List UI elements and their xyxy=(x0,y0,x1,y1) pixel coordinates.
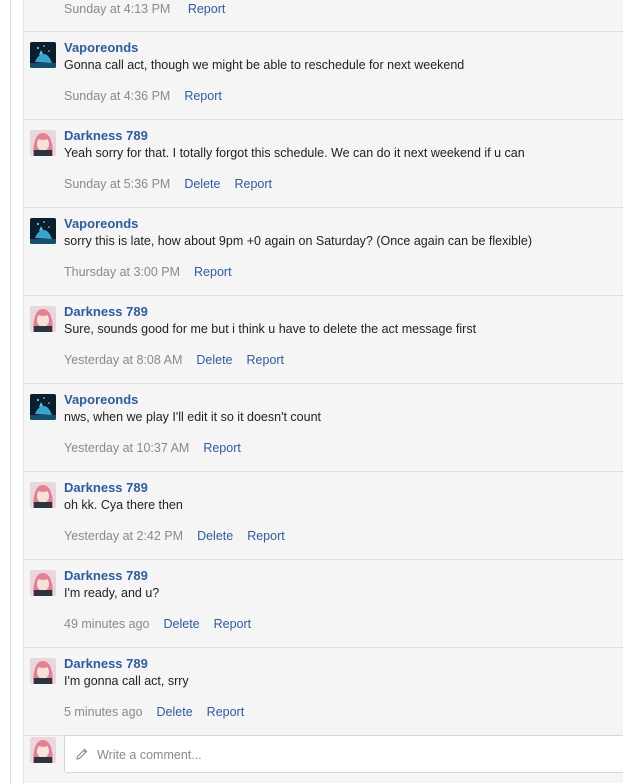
comment-meta: Sunday at 4:36 PM Report xyxy=(64,89,236,103)
comment-composer xyxy=(24,729,623,783)
comment-text: Gonna call act, though we might be able … xyxy=(64,58,465,72)
comment-timestamp[interactable]: Sunday at 4:13 PM xyxy=(64,2,170,16)
avatar[interactable] xyxy=(30,737,56,763)
comment-author[interactable]: Darkness 789 xyxy=(64,128,148,143)
comment-timestamp[interactable]: Yesterday at 8:08 AM xyxy=(64,353,182,367)
comment-item: Darkness 789 Yeah sorry for that. I total… xyxy=(24,120,623,208)
comment-meta: Yesterday at 2:42 PM Delete Report xyxy=(64,529,299,543)
avatar[interactable] xyxy=(30,306,56,332)
comment-author[interactable]: Darkness 789 xyxy=(64,480,148,495)
comment-timestamp[interactable]: 49 minutes ago xyxy=(64,617,149,631)
report-link[interactable]: Report xyxy=(214,617,252,631)
comment-text: Yeah sorry for that. I totally forgot th… xyxy=(64,146,525,160)
vaporeonds-avatar-icon xyxy=(30,42,56,68)
darkness-avatar-icon xyxy=(30,482,56,508)
darkness-avatar-icon xyxy=(30,737,56,763)
report-link[interactable]: Report xyxy=(203,441,241,455)
comment-item: Vaporeonds sorry this is late, how about … xyxy=(24,208,623,296)
comment-item: Vaporeonds Gonna call act, though we migh… xyxy=(24,32,623,120)
delete-link[interactable]: Delete xyxy=(196,353,232,367)
vaporeonds-avatar-icon xyxy=(30,218,56,244)
report-link[interactable]: Report xyxy=(194,265,232,279)
page-left-border xyxy=(10,0,11,783)
comment-thread: Sunday at 4:13 PM Report Vaporeonds Gonna… xyxy=(23,0,623,783)
delete-link[interactable]: Delete xyxy=(157,705,193,719)
comment-item: Vaporeonds nws, when we play I'll edit it… xyxy=(24,384,623,472)
comment-item: Darkness 789 I'm gonna call act, srry 5 mi… xyxy=(24,648,623,736)
comment-meta: Thursday at 3:00 PM Report xyxy=(64,265,246,279)
comment-box[interactable] xyxy=(64,735,623,773)
vaporeonds-avatar-icon xyxy=(30,394,56,420)
comment-author[interactable]: Vaporeonds xyxy=(64,392,138,407)
comment-timestamp[interactable]: Yesterday at 2:42 PM xyxy=(64,529,183,543)
comment-author[interactable]: Vaporeonds xyxy=(64,216,138,231)
comment-text: nws, when we play I'll edit it so it doe… xyxy=(64,410,321,424)
avatar[interactable] xyxy=(30,570,56,596)
comment-author[interactable]: Darkness 789 xyxy=(64,304,148,319)
avatar[interactable] xyxy=(30,42,56,68)
comment-text: oh kk. Cya there then xyxy=(64,498,183,512)
comment-meta: 5 minutes ago Delete Report xyxy=(64,705,258,719)
comment-item: Darkness 789 oh kk. Cya there then Yesterd… xyxy=(24,472,623,560)
avatar[interactable] xyxy=(30,394,56,420)
delete-link[interactable]: Delete xyxy=(184,177,220,191)
comment-text: sorry this is late, how about 9pm +0 aga… xyxy=(64,234,532,248)
delete-link[interactable]: Delete xyxy=(163,617,199,631)
comment-timestamp[interactable]: Yesterday at 10:37 AM xyxy=(64,441,189,455)
avatar[interactable] xyxy=(30,218,56,244)
darkness-avatar-icon xyxy=(30,306,56,332)
report-link[interactable]: Report xyxy=(247,353,285,367)
darkness-avatar-icon xyxy=(30,658,56,684)
comment-item: Darkness 789 Sure, sounds good for me but… xyxy=(24,296,623,384)
comment-timestamp[interactable]: Sunday at 4:36 PM xyxy=(64,89,170,103)
comment-author[interactable]: Darkness 789 xyxy=(64,568,148,583)
report-link[interactable]: Report xyxy=(234,177,272,191)
comment-author[interactable]: Darkness 789 xyxy=(64,656,148,671)
delete-link[interactable]: Delete xyxy=(197,529,233,543)
comment-text: I'm gonna call act, srry xyxy=(64,674,189,688)
avatar[interactable] xyxy=(30,658,56,684)
comment-list: Vaporeonds Gonna call act, though we migh… xyxy=(24,32,623,736)
comment-timestamp[interactable]: Thursday at 3:00 PM xyxy=(64,265,180,279)
comment-input[interactable] xyxy=(95,744,619,766)
comment-item-partial: Sunday at 4:13 PM Report xyxy=(24,0,623,32)
comment-meta: Yesterday at 10:37 AM Report xyxy=(64,441,255,455)
comment-item: Darkness 789 I'm ready, and u? 49 minutes … xyxy=(24,560,623,648)
comment-timestamp[interactable]: 5 minutes ago xyxy=(64,705,143,719)
report-link[interactable]: Report xyxy=(184,89,222,103)
avatar[interactable] xyxy=(30,482,56,508)
darkness-avatar-icon xyxy=(30,570,56,596)
comment-meta: Yesterday at 8:08 AM Delete Report xyxy=(64,353,298,367)
comment-meta: 49 minutes ago Delete Report xyxy=(64,617,265,631)
comment-text: I'm ready, and u? xyxy=(64,586,160,600)
pencil-icon xyxy=(76,748,88,760)
comment-text: Sure, sounds good for me but i think u h… xyxy=(64,322,477,336)
report-link[interactable]: Report xyxy=(207,705,245,719)
avatar[interactable] xyxy=(30,130,56,156)
comment-author[interactable]: Vaporeonds xyxy=(64,40,138,55)
darkness-avatar-icon xyxy=(30,130,56,156)
comment-meta: Sunday at 5:36 PM Delete Report xyxy=(64,177,286,191)
comment-meta: Sunday at 4:13 PM Report xyxy=(64,2,239,16)
report-link[interactable]: Report xyxy=(188,2,226,16)
report-link[interactable]: Report xyxy=(247,529,285,543)
comment-timestamp[interactable]: Sunday at 5:36 PM xyxy=(64,177,170,191)
